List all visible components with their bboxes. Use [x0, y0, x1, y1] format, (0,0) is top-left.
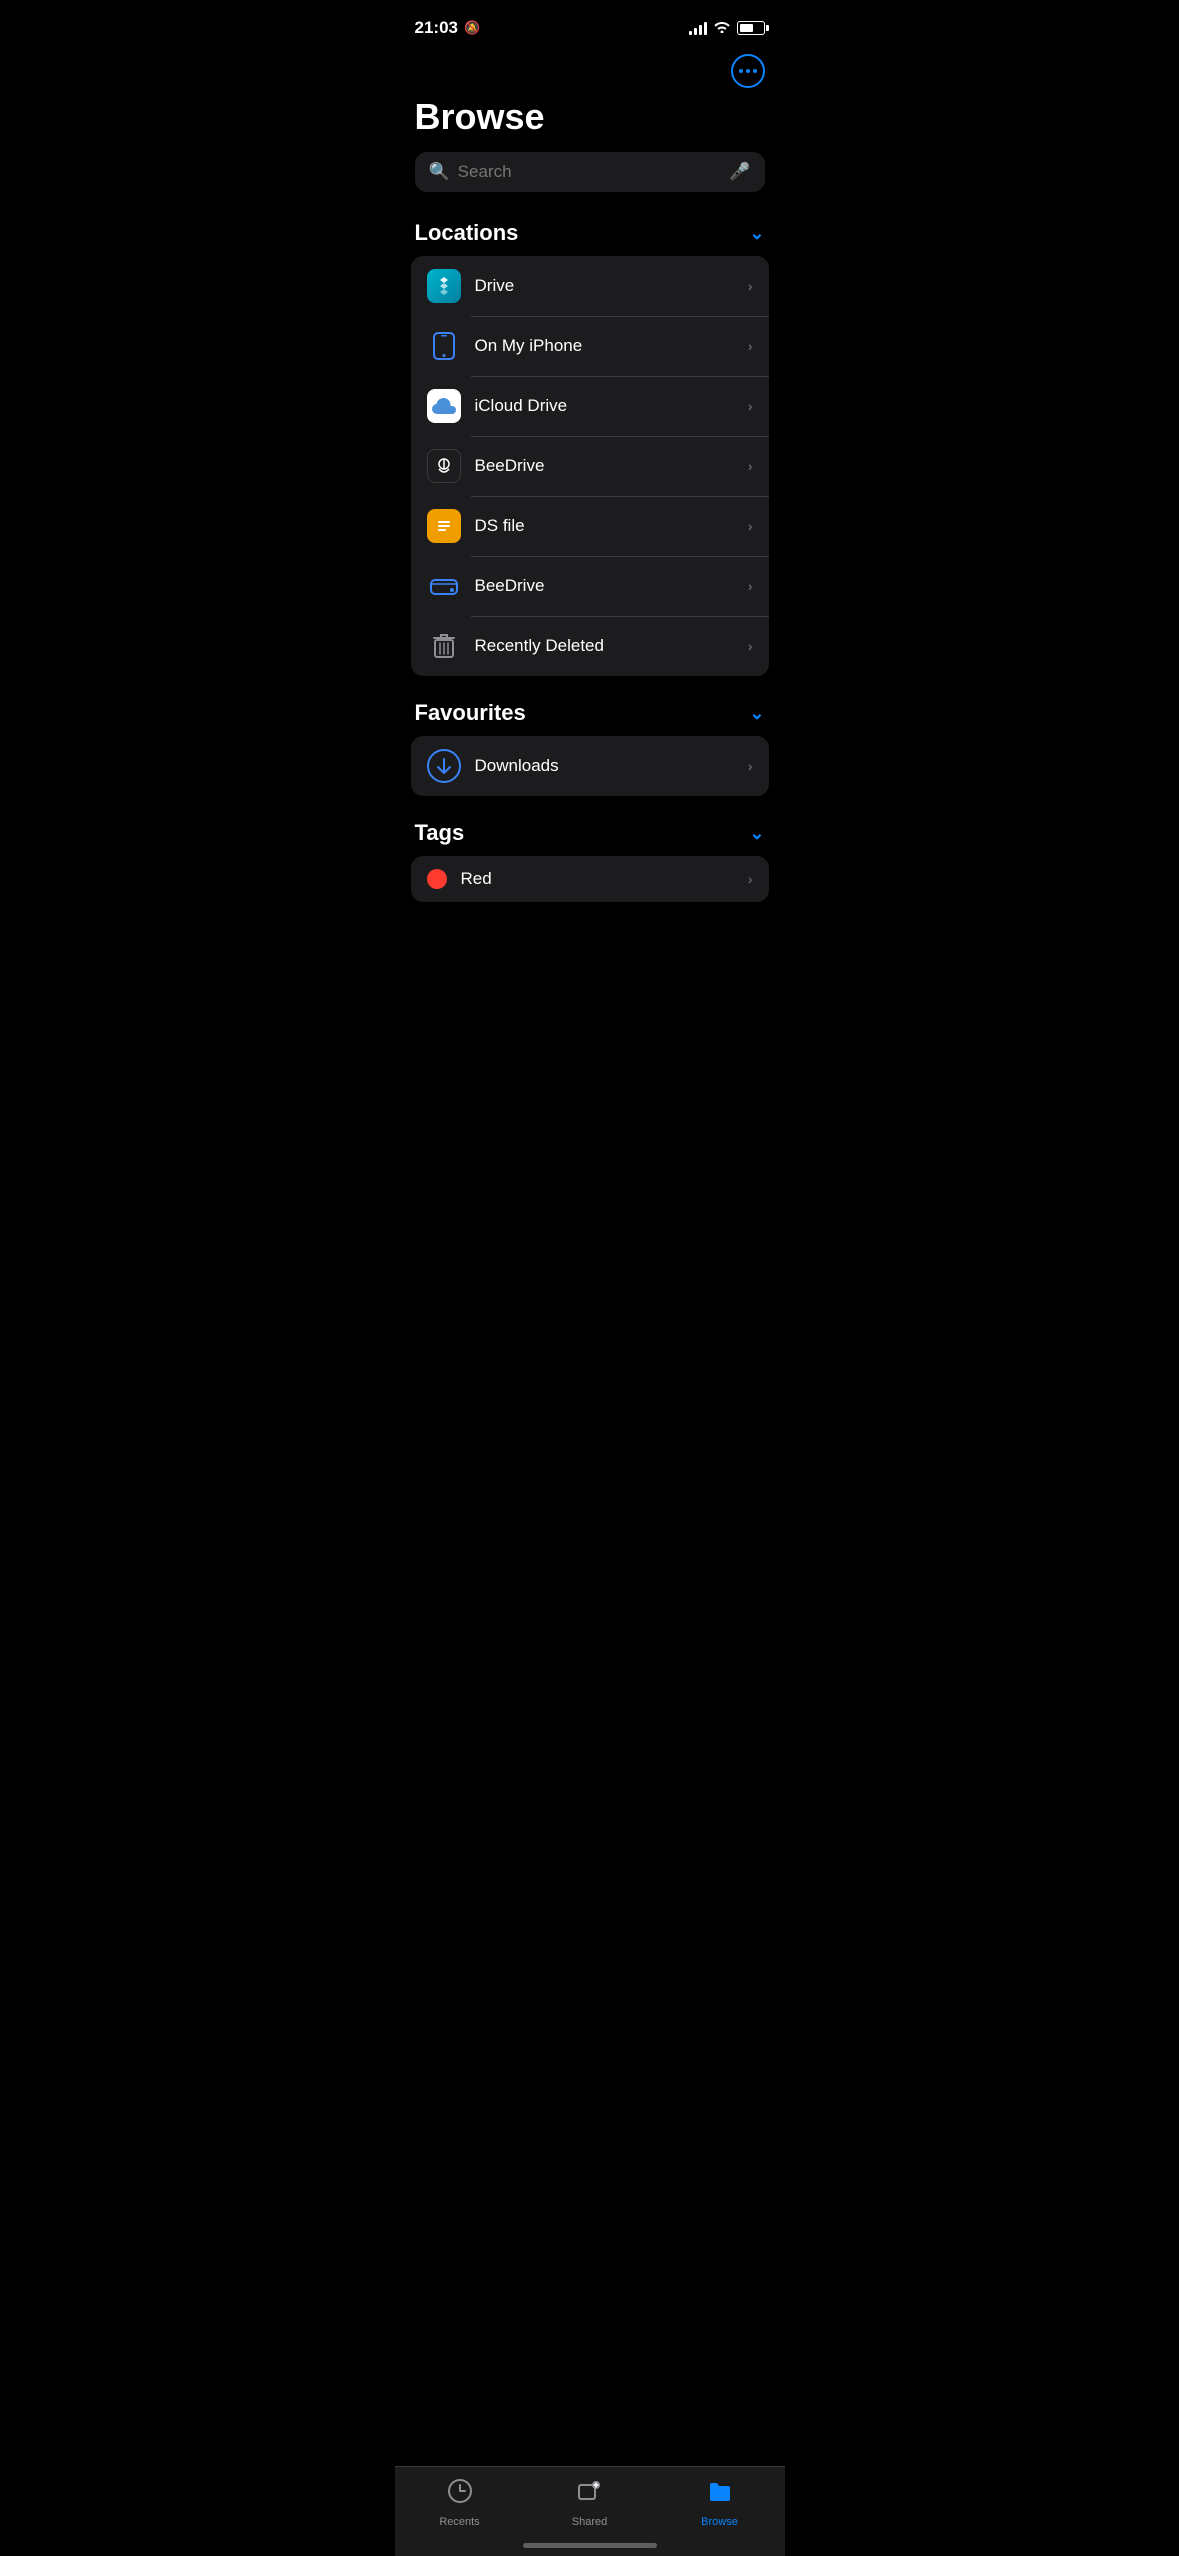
locations-item-beedrive2[interactable]: BeeDrive › [411, 556, 769, 616]
locations-list: Drive › On My iPhone › [411, 256, 769, 676]
browse-tab-label: Browse [701, 2516, 738, 2528]
tab-browse[interactable]: Browse [685, 2477, 755, 2528]
favourites-section-header: Favourites ⌄ [395, 700, 785, 726]
shared-tab-icon [576, 2477, 604, 2512]
locations-item-beedrive1[interactable]: BeeDrive › [411, 436, 769, 496]
drive-icon [427, 269, 461, 303]
recently-deleted-label: Recently Deleted [475, 636, 748, 656]
tags-list: Red › [411, 856, 769, 902]
tab-shared[interactable]: Shared [555, 2477, 625, 2528]
dsfile-chevron: › [748, 518, 753, 534]
beedrive-app-icon [427, 449, 461, 483]
tags-title: Tags [415, 820, 465, 846]
favourites-section: Favourites ⌄ Downloads › [395, 700, 785, 796]
status-icons [689, 19, 765, 38]
time-display: 21:03 [415, 18, 458, 38]
locations-item-drive[interactable]: Drive › [411, 256, 769, 316]
iphone-icon [427, 329, 461, 363]
beedrive-disk-icon [427, 569, 461, 603]
locations-item-iphone[interactable]: On My iPhone › [411, 316, 769, 376]
locations-item-dsfile[interactable]: DS file › [411, 496, 769, 556]
downloads-chevron: › [748, 758, 753, 774]
tags-collapse-chevron[interactable]: ⌄ [749, 823, 764, 844]
status-time-section: 21:03 🔕 [415, 18, 481, 38]
trash-icon [427, 629, 461, 663]
beedrive1-chevron: › [748, 458, 753, 474]
locations-title: Locations [415, 220, 519, 246]
downloads-icon [427, 749, 461, 783]
more-button[interactable] [731, 54, 765, 88]
more-button-container [415, 54, 765, 88]
recents-tab-icon [446, 2477, 474, 2512]
iphone-chevron: › [748, 338, 753, 354]
icloud-icon [427, 389, 461, 423]
favourites-collapse-chevron[interactable]: ⌄ [749, 703, 764, 724]
icloud-chevron: › [748, 398, 753, 414]
drive-chevron: › [748, 278, 753, 294]
beedrive2-label: BeeDrive [475, 576, 748, 596]
browse-tab-icon [706, 2477, 734, 2512]
favourites-item-downloads[interactable]: Downloads › [411, 736, 769, 796]
dsfile-label: DS file [475, 516, 748, 536]
red-tag-chevron: › [748, 871, 753, 887]
header: Browse [395, 50, 785, 138]
favourites-title: Favourites [415, 700, 526, 726]
microphone-icon[interactable]: 🎤 [729, 162, 750, 182]
dsfile-icon [427, 509, 461, 543]
favourites-list: Downloads › [411, 736, 769, 796]
locations-section: Locations ⌄ Drive › [395, 220, 785, 676]
search-bar[interactable]: 🔍 🎤 [415, 152, 765, 192]
more-dots [739, 69, 757, 73]
beedrive1-label: BeeDrive [475, 456, 748, 476]
search-container: 🔍 🎤 [415, 152, 765, 192]
drive-label: Drive [475, 276, 748, 296]
home-indicator [523, 2543, 657, 2548]
search-icon: 🔍 [429, 162, 450, 182]
page-title: Browse [415, 96, 765, 138]
battery-icon [737, 21, 765, 35]
icloud-label: iCloud Drive [475, 396, 748, 416]
tab-recents[interactable]: Recents [425, 2477, 495, 2528]
locations-item-recently-deleted[interactable]: Recently Deleted › [411, 616, 769, 676]
iphone-label: On My iPhone [475, 336, 748, 356]
tags-section-header: Tags ⌄ [395, 820, 785, 846]
beedrive2-chevron: › [748, 578, 753, 594]
downloads-label: Downloads [475, 756, 748, 776]
locations-item-icloud[interactable]: iCloud Drive › [411, 376, 769, 436]
mute-icon: 🔕 [464, 20, 480, 36]
red-tag-label: Red [461, 869, 748, 889]
recently-deleted-chevron: › [748, 638, 753, 654]
wifi-icon [713, 19, 731, 38]
status-bar: 21:03 🔕 [395, 0, 785, 50]
tags-section: Tags ⌄ Red › [395, 820, 785, 902]
red-tag-dot [427, 869, 447, 889]
search-input[interactable] [458, 162, 722, 182]
tags-item-red[interactable]: Red › [411, 856, 769, 902]
locations-section-header: Locations ⌄ [395, 220, 785, 246]
shared-tab-label: Shared [572, 2516, 607, 2528]
locations-collapse-chevron[interactable]: ⌄ [749, 223, 764, 244]
signal-icon [689, 21, 707, 35]
recents-tab-label: Recents [439, 2516, 479, 2528]
